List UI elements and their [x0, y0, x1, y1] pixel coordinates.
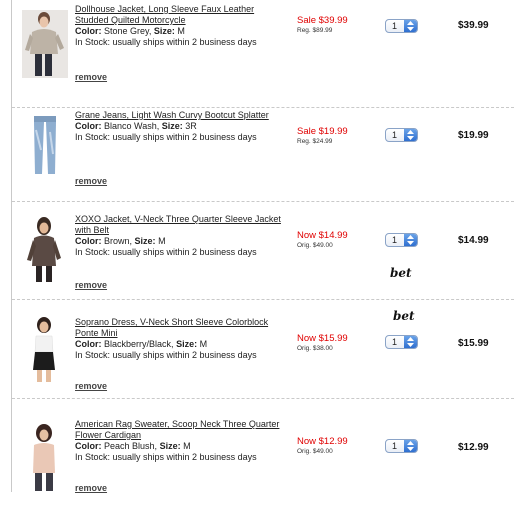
product-details: XOXO Jacket, V-Neck Three Quarter Sleeve… — [75, 214, 285, 258]
stock-status: In Stock: usually ships within 2 busines… — [75, 132, 257, 142]
product-attributes: Color: Blackberry/Black, Size: M — [75, 339, 208, 349]
chevron-updown-icon — [404, 20, 417, 32]
product-image-cardigan[interactable] — [22, 423, 68, 491]
quantity-select[interactable]: 1 — [385, 439, 418, 453]
line-total: $19.99 — [458, 130, 489, 141]
line-total: $14.99 — [458, 235, 489, 246]
price-block: Now $14.99 Orig. $49.00 — [297, 230, 377, 250]
chevron-updown-icon — [404, 440, 417, 452]
product-image-jeans[interactable] — [22, 110, 68, 178]
product-name-link[interactable]: Soprano Dress, V-Neck Short Sleeve Color… — [75, 317, 285, 339]
product-name-link[interactable]: American Rag Sweater, Scoop Neck Three Q… — [75, 419, 285, 441]
remove-link[interactable]: remove — [75, 72, 107, 82]
price-block: Sale $39.99 Reg. $89.99 — [297, 15, 377, 35]
product-details: Soprano Dress, V-Neck Short Sleeve Color… — [75, 317, 285, 361]
product-details: Grane Jeans, Light Wash Curvy Bootcut Sp… — [75, 110, 285, 143]
price-block: Now $15.99 Orig. $38.00 — [297, 333, 377, 353]
handwritten-annotation: bet — [390, 266, 412, 280]
remove-link[interactable]: remove — [75, 381, 107, 391]
chevron-updown-icon — [404, 336, 417, 348]
line-total: $39.99 — [458, 20, 489, 31]
stock-status: In Stock: usually ships within 2 busines… — [75, 452, 257, 462]
quantity-select[interactable]: 1 — [385, 335, 418, 349]
product-details: Dollhouse Jacket, Long Sleeve Faux Leath… — [75, 4, 285, 48]
original-price: Orig. $49.00 — [297, 242, 333, 249]
quantity-select[interactable]: 1 — [385, 233, 418, 247]
price-block: Now $12.99 Orig. $49.00 — [297, 436, 377, 456]
line-total: $12.99 — [458, 442, 489, 453]
row-divider — [12, 398, 514, 399]
cart-item-row: Soprano Dress, V-Neck Short Sleeve Color… — [0, 300, 514, 404]
product-image-jacket[interactable] — [22, 216, 68, 284]
product-name-link[interactable]: Dollhouse Jacket, Long Sleeve Faux Leath… — [75, 4, 285, 26]
product-image-jacket[interactable] — [22, 10, 68, 78]
product-name-link[interactable]: XOXO Jacket, V-Neck Three Quarter Sleeve… — [75, 214, 285, 236]
product-image-dress[interactable] — [22, 316, 68, 384]
line-total: $15.99 — [458, 338, 489, 349]
quantity-select[interactable]: 1 — [385, 128, 418, 142]
chevron-updown-icon — [404, 129, 417, 141]
product-attributes: Color: Blanco Wash, Size: 3R — [75, 121, 197, 131]
sale-price: Now $12.99 — [297, 436, 348, 447]
cart-item-row: American Rag Sweater, Scoop Neck Three Q… — [0, 403, 514, 507]
cart-item-row: XOXO Jacket, V-Neck Three Quarter Sleeve… — [0, 202, 514, 306]
handwritten-annotation: bet — [393, 309, 415, 323]
sale-price: Sale $19.99 — [297, 126, 348, 137]
product-attributes: Color: Peach Blush, Size: M — [75, 441, 191, 451]
stock-status: In Stock: usually ships within 2 busines… — [75, 37, 257, 47]
sale-price: Now $15.99 — [297, 333, 348, 344]
quantity-select[interactable]: 1 — [385, 19, 418, 33]
chevron-updown-icon — [404, 234, 417, 246]
original-price: Reg. $89.99 — [297, 27, 333, 34]
product-attributes: Color: Brown, Size: M — [75, 236, 166, 246]
remove-link[interactable]: remove — [75, 280, 107, 290]
product-attributes: Color: Stone Grey, Size: M — [75, 26, 185, 36]
remove-link[interactable]: remove — [75, 176, 107, 186]
stock-status: In Stock: usually ships within 2 busines… — [75, 247, 257, 257]
original-price: Reg. $24.99 — [297, 138, 333, 145]
stock-status: In Stock: usually ships within 2 busines… — [75, 350, 257, 360]
original-price: Orig. $49.00 — [297, 448, 333, 455]
product-name-link[interactable]: Grane Jeans, Light Wash Curvy Bootcut Sp… — [75, 110, 285, 121]
price-block: Sale $19.99 Reg. $24.99 — [297, 126, 377, 146]
cart-item-row: Grane Jeans, Light Wash Curvy Bootcut Sp… — [0, 88, 514, 202]
product-details: American Rag Sweater, Scoop Neck Three Q… — [75, 419, 285, 463]
sale-price: Sale $39.99 — [297, 15, 348, 26]
original-price: Orig. $38.00 — [297, 345, 333, 352]
sale-price: Now $14.99 — [297, 230, 348, 241]
